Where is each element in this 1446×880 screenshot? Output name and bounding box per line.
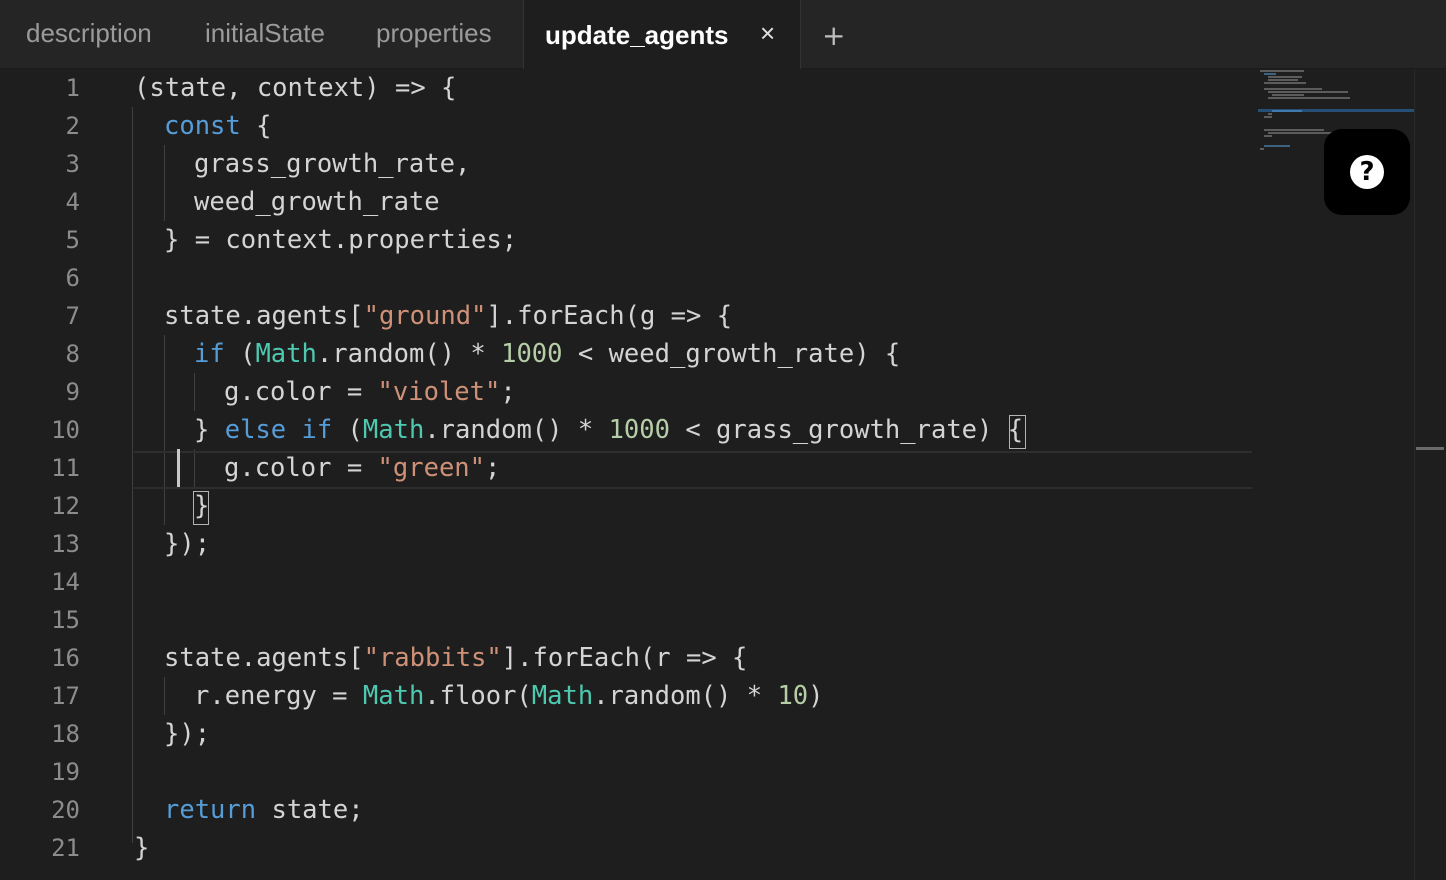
indent-guide — [164, 677, 165, 715]
indent-guide — [164, 335, 165, 525]
code-line: }); — [164, 719, 211, 749]
minimap-line — [1264, 88, 1322, 90]
help-button[interactable]: ? — [1324, 129, 1410, 215]
line-number: 11 — [51, 454, 80, 482]
tab-label: properties — [376, 18, 492, 48]
line-number: 20 — [51, 796, 80, 824]
tab-update-agents[interactable]: update_agents × — [523, 0, 801, 69]
line-number: 2 — [65, 112, 80, 140]
line-number: 13 — [51, 530, 80, 558]
line-number: 4 — [65, 188, 80, 216]
code-line: state.agents["ground"].forEach(g => { — [164, 301, 733, 331]
minimap-line — [1264, 129, 1324, 131]
minimap-line — [1268, 79, 1298, 81]
line-number: 9 — [65, 378, 80, 406]
tab-label: description — [26, 18, 152, 48]
indent-guide — [194, 373, 195, 411]
code-line: } — [134, 833, 150, 863]
minimap-line — [1264, 82, 1306, 84]
tab-label: initialState — [205, 18, 325, 48]
code-line: }); — [164, 529, 211, 559]
code-line: g.color = "green"; — [224, 453, 501, 483]
minimap-line — [1260, 70, 1304, 72]
minimap-line — [1264, 73, 1276, 75]
code-line: return state; — [164, 795, 364, 825]
code-line: (state, context) => { — [134, 73, 457, 103]
line-number: 1 — [65, 74, 80, 102]
minimap-line — [1268, 132, 1336, 134]
line-number: 10 — [51, 416, 80, 444]
indent-guide — [164, 145, 165, 221]
line-number: 19 — [51, 758, 80, 786]
line-number: 15 — [51, 606, 80, 634]
plus-icon[interactable]: + — [822, 0, 845, 72]
line-number: 21 — [51, 834, 80, 862]
line-number: 8 — [65, 340, 80, 368]
minimap-line — [1264, 135, 1272, 137]
code-line: const { — [164, 111, 272, 141]
code-line: r.energy = Math.floor(Math.random() * 10… — [194, 681, 824, 711]
tab-label: update_agents — [545, 20, 729, 50]
minimap-line — [1260, 148, 1264, 150]
line-number: 6 — [65, 264, 80, 292]
tab-properties[interactable]: properties — [376, 0, 492, 69]
tab-bar: description initialState properties upda… — [0, 0, 1446, 69]
vertical-scrollbar[interactable] — [1414, 69, 1446, 880]
line-number: 18 — [51, 720, 80, 748]
line-number: 3 — [65, 150, 80, 178]
line-number: 12 — [51, 492, 80, 520]
code-line: state.agents["rabbits"].forEach(r => { — [164, 643, 748, 673]
indent-guide — [132, 107, 133, 843]
code-line: } = context.properties; — [164, 225, 518, 255]
minimap-line — [1264, 116, 1272, 118]
code-line: } — [194, 491, 210, 521]
minimap-line — [1268, 97, 1350, 99]
minimap-line — [1268, 76, 1302, 78]
scrollbar-cursor-marker — [1416, 447, 1444, 450]
code-line: if (Math.random() * 1000 < weed_growth_r… — [194, 339, 901, 369]
text-cursor — [177, 449, 180, 487]
minimap-line — [1268, 91, 1348, 93]
line-number: 17 — [51, 682, 80, 710]
minimap-line — [1272, 110, 1302, 112]
line-number: 16 — [51, 644, 80, 672]
tab-description[interactable]: description — [26, 0, 152, 69]
code-line: g.color = "violet"; — [224, 377, 516, 407]
tab-initialstate[interactable]: initialState — [205, 0, 325, 69]
code-line: grass_growth_rate, — [194, 149, 471, 179]
code-editor[interactable]: 1 2 3 4 5 6 7 8 9 10 11 12 13 14 15 16 1… — [0, 69, 1446, 880]
close-icon[interactable]: × — [760, 0, 775, 66]
line-number: 14 — [51, 568, 80, 596]
minimap-line — [1268, 113, 1272, 115]
line-number: 7 — [65, 302, 80, 330]
code-line: weed_growth_rate — [194, 187, 440, 217]
question-mark-icon: ? — [1350, 155, 1384, 189]
minimap-line — [1272, 94, 1304, 96]
minimap-line — [1264, 145, 1290, 147]
line-number: 5 — [65, 226, 80, 254]
code-line: } else if (Math.random() * 1000 < grass_… — [194, 415, 1024, 445]
